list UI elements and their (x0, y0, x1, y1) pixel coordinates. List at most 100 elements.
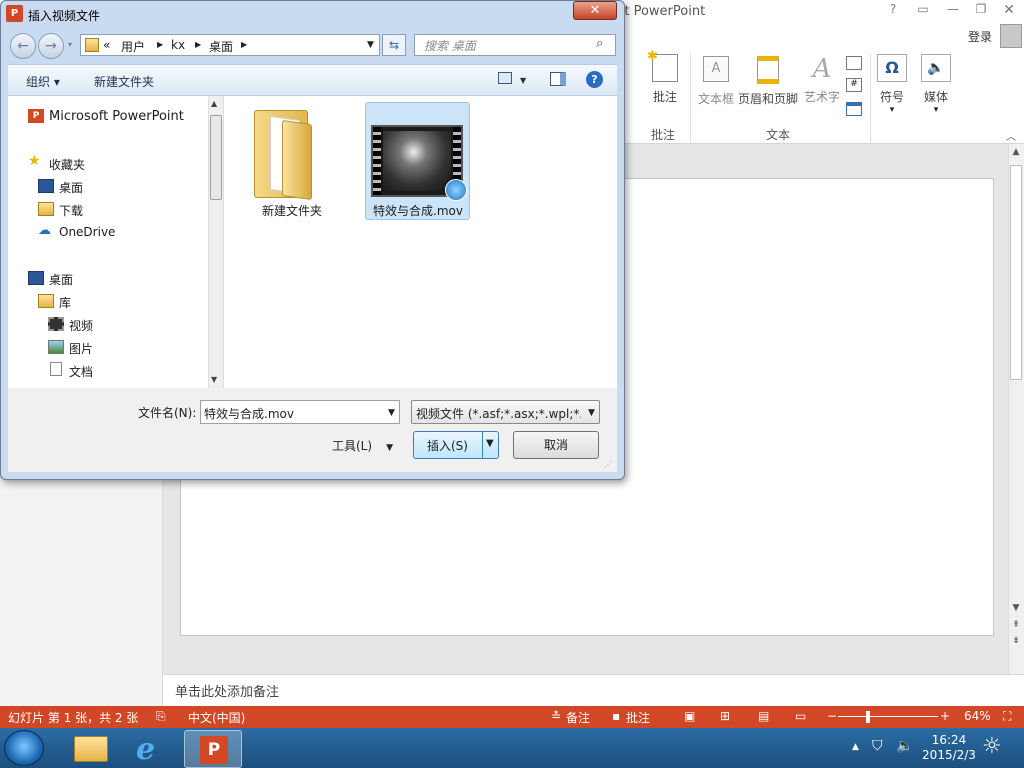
new-folder-button[interactable]: 新建文件夹 (94, 73, 154, 90)
chevron-right-icon[interactable]: ▶ (241, 40, 247, 49)
security-shield-icon[interactable]: ⛉ (872, 738, 883, 754)
scroll-down-icon[interactable]: ▼ (1010, 603, 1022, 613)
insert-split-dropdown[interactable]: ▼ (482, 432, 498, 458)
breadcrumb-overflow[interactable]: « (103, 38, 110, 52)
nav-item-desktop[interactable]: 桌面 (49, 271, 73, 288)
normal-view-icon[interactable]: ▣ (684, 709, 695, 723)
notes-placeholder[interactable]: 单击此处添加备注 (175, 681, 279, 700)
header-footer-button[interactable]: 页眉和页脚 (737, 56, 799, 107)
start-button[interactable] (4, 730, 44, 766)
recent-locations-icon[interactable]: ▾ (68, 40, 72, 49)
chevron-right-icon[interactable]: ▶ (157, 40, 163, 49)
scrollbar-thumb[interactable] (1010, 165, 1022, 380)
slideshow-icon[interactable]: ▭ (795, 709, 806, 723)
dialog-close-button[interactable]: ✕ (573, 1, 617, 20)
group-comment-label: 批注 (651, 128, 676, 142)
slide-number-icon[interactable]: # (846, 78, 862, 92)
search-icon[interactable]: ⌕ (596, 36, 603, 51)
nav-item-powerpoint[interactable]: Microsoft PowerPoint (49, 109, 184, 124)
preview-pane-icon[interactable] (550, 72, 566, 86)
taskbar-powerpoint[interactable]: P (184, 730, 242, 768)
comment-button[interactable]: ✱ 批注 (645, 49, 685, 105)
nav-item-library[interactable]: 库 (59, 294, 71, 311)
nav-item-documents[interactable]: 文档 (69, 363, 93, 380)
organize-button[interactable]: 组织 ▾ (26, 73, 60, 90)
refresh-button[interactable]: ⇆ (382, 34, 406, 56)
comments-toggle[interactable]: 批注 (626, 709, 650, 726)
zoom-out-icon[interactable]: − (827, 709, 837, 723)
reading-view-icon[interactable]: ▤ (758, 709, 769, 723)
taskbar-ie[interactable]: e (122, 730, 180, 768)
file-name-video[interactable]: 特效与合成.mov (366, 202, 470, 219)
notes-toggle[interactable]: 备注 (566, 709, 590, 726)
scroll-up-icon[interactable]: ▲ (211, 99, 217, 108)
fit-window-icon[interactable]: ⛶ (1003, 709, 1011, 724)
video-thumbnail[interactable] (371, 125, 467, 201)
nav-item-videos[interactable]: 视频 (69, 317, 93, 334)
help-icon[interactable]: ? (880, 2, 906, 16)
breadcrumb-kx[interactable]: kx (171, 38, 185, 52)
notes-toggle-icon[interactable]: ≛ (551, 709, 561, 723)
filename-value[interactable]: 特效与合成.mov (204, 405, 294, 422)
breadcrumb-desktop[interactable]: 桌面 (209, 38, 233, 55)
filetype-value[interactable]: 视频文件 (*.asf;*.asx;*.wpl;*.wi (416, 405, 581, 422)
previous-slide-icon[interactable]: ⇞ (1010, 620, 1022, 630)
clock[interactable]: 16:24 2015/2/3 (918, 733, 980, 763)
show-hidden-icons[interactable]: ▲ (852, 742, 859, 752)
insert-button-label[interactable]: 插入(S) (427, 437, 468, 454)
brightness-icon[interactable]: ☼ (982, 734, 1002, 759)
breadcrumb-users[interactable]: 用户 (121, 38, 145, 55)
chevron-right-icon[interactable]: ▶ (195, 40, 201, 49)
back-button[interactable]: ← (10, 33, 36, 59)
ribbon-display-icon[interactable]: ▭ (910, 2, 936, 16)
datetime-icon[interactable] (846, 56, 862, 70)
scroll-up-icon[interactable]: ▲ (1010, 147, 1022, 157)
file-name-new-folder[interactable]: 新建文件夹 (246, 202, 338, 219)
collapse-ribbon-icon[interactable]: ︿ (1006, 128, 1016, 143)
help-icon[interactable]: ? (586, 71, 603, 88)
group-text-label: 文本 (766, 128, 791, 142)
avatar[interactable] (1000, 24, 1022, 48)
nav-scroll-thumb[interactable] (210, 115, 222, 200)
resize-grip-icon[interactable]: ⋰ (604, 460, 612, 469)
nav-item-desktop-fav[interactable]: 桌面 (59, 179, 83, 196)
close-icon[interactable]: ✕ (996, 2, 1022, 18)
taskbar-explorer[interactable] (62, 730, 120, 768)
nav-item-pictures[interactable]: 图片 (69, 340, 93, 357)
address-bar[interactable]: « 用户 ▶ kx ▶ 桌面 ▶ ▼ (80, 34, 380, 56)
zoom-level[interactable]: 64% (964, 709, 991, 723)
nav-item-favorites[interactable]: 收藏夹 (49, 156, 85, 173)
wordart-button[interactable]: A 艺术字 (802, 54, 842, 105)
volume-icon[interactable]: 🔈 (896, 738, 913, 754)
notes-pane[interactable] (163, 674, 1024, 706)
minimize-icon[interactable]: — (940, 2, 966, 16)
nav-item-downloads[interactable]: 下载 (59, 202, 83, 219)
filename-dropdown-icon[interactable]: ▼ (388, 408, 395, 418)
media-button[interactable]: 🔈 媒体 ▾ (918, 54, 954, 115)
address-dropdown-icon[interactable]: ▼ (367, 40, 374, 50)
comment-toggle-icon[interactable]: ▪ (612, 709, 620, 723)
forward-button[interactable]: → (38, 33, 64, 59)
slide-sorter-icon[interactable]: ⊞ (720, 709, 730, 723)
view-icon[interactable] (498, 72, 512, 84)
clock-date: 2015/2/3 (922, 748, 976, 762)
restore-icon[interactable]: ❐ (968, 2, 994, 16)
zoom-in-icon[interactable]: + (940, 709, 950, 723)
symbol-button[interactable]: Ω 符号 ▾ (874, 54, 910, 115)
spell-check-icon[interactable]: ⎘ (156, 709, 166, 724)
tools-button[interactable]: 工具(L) ▼ (332, 437, 393, 454)
folder-icon[interactable] (252, 104, 314, 201)
filetype-dropdown-icon[interactable]: ▼ (588, 408, 595, 418)
login-link[interactable]: 登录 (968, 28, 992, 45)
view-dropdown-icon[interactable]: ▼ (520, 76, 526, 85)
language-indicator[interactable]: 中文(中国) (188, 709, 245, 726)
object-icon[interactable] (846, 102, 862, 116)
next-slide-icon[interactable]: ⇟ (1010, 636, 1022, 646)
cancel-button[interactable]: 取消 (513, 431, 599, 459)
scroll-down-icon[interactable]: ▼ (211, 375, 217, 384)
zoom-slider[interactable] (838, 716, 938, 717)
textbox-button[interactable]: A 文本框 (696, 56, 736, 107)
zoom-slider-thumb[interactable] (866, 711, 870, 723)
desktop-icon (38, 179, 54, 193)
nav-item-onedrive[interactable]: OneDrive (59, 225, 115, 239)
